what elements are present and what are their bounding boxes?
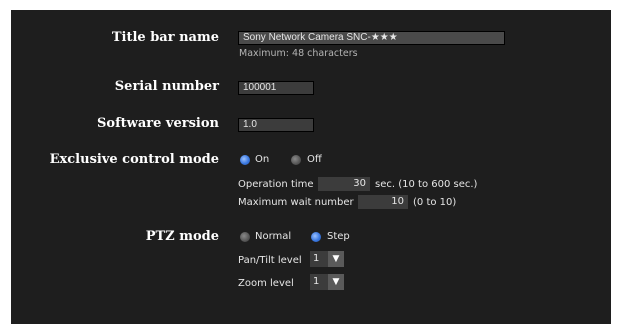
ptz-normal-radio[interactable] — [240, 232, 250, 242]
zoom-level-select[interactable]: 1 ▼ — [310, 274, 344, 290]
max-wait-number-label: Maximum wait number — [238, 197, 354, 208]
exclusive-on-label: On — [255, 154, 270, 165]
pan-tilt-level-label: Pan/Tilt level — [238, 255, 302, 266]
title-bar-name-hint: Maximum: 48 characters — [239, 48, 358, 59]
exclusive-off-label: Off — [307, 154, 322, 165]
title-bar-name-input[interactable] — [238, 31, 505, 45]
software-version-field — [238, 118, 314, 132]
ptz-normal-label: Normal — [255, 231, 292, 242]
max-wait-number-input[interactable]: 10 — [358, 195, 408, 209]
settings-panel: Title bar name Maximum: 48 characters Se… — [11, 10, 611, 324]
software-version-label: Software version — [97, 116, 219, 131]
ptz-mode-label: PTZ mode — [145, 229, 219, 244]
zoom-level-label: Zoom level — [238, 278, 294, 289]
title-bar-name-label: Title bar name — [111, 30, 219, 45]
operation-time-input[interactable]: 30 — [318, 177, 370, 191]
pan-tilt-level-value: 1 — [310, 251, 328, 267]
chevron-down-icon[interactable]: ▼ — [328, 274, 344, 290]
exclusive-off-radio[interactable] — [291, 155, 301, 165]
ptz-step-radio[interactable] — [311, 232, 321, 242]
zoom-level-value: 1 — [310, 274, 328, 290]
exclusive-on-radio[interactable] — [240, 155, 250, 165]
serial-number-label: Serial number — [114, 79, 219, 94]
pan-tilt-level-select[interactable]: 1 ▼ — [310, 251, 344, 267]
operation-time-label: Operation time — [238, 179, 314, 190]
operation-time-range: sec. (10 to 600 sec.) — [375, 179, 478, 190]
max-wait-number-range: (0 to 10) — [413, 197, 457, 208]
serial-number-field — [238, 81, 314, 95]
chevron-down-icon[interactable]: ▼ — [328, 251, 344, 267]
ptz-step-label: Step — [327, 231, 350, 242]
exclusive-control-mode-label: Exclusive control mode — [49, 152, 219, 167]
